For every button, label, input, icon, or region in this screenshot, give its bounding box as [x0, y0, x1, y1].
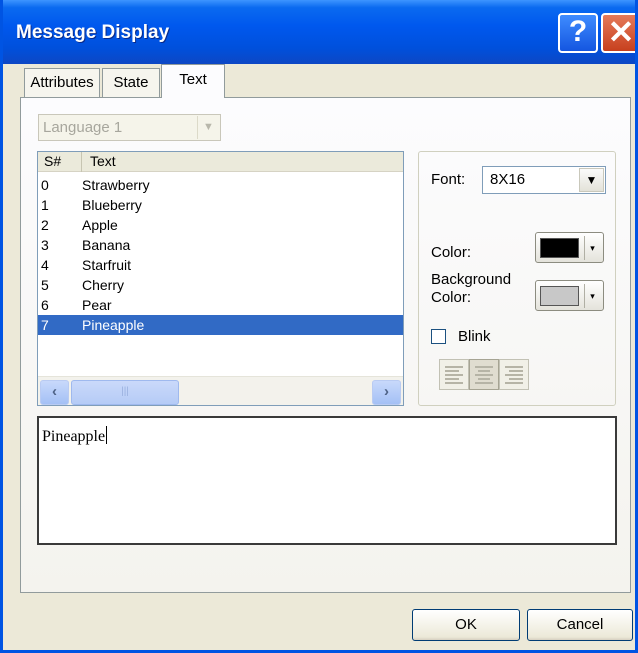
- background-color-swatch: [540, 286, 579, 306]
- ok-button[interactable]: OK: [412, 609, 520, 641]
- window-title: Message Display: [16, 22, 170, 43]
- language-select[interactable]: Language 1 ▼: [38, 114, 221, 141]
- list-item-text: Banana: [82, 237, 131, 253]
- background-color-label: Color:: [431, 289, 472, 306]
- list-item[interactable]: 5 Cherry: [38, 275, 403, 295]
- font-select[interactable]: 8X16 ▼: [482, 166, 606, 194]
- message-text-value: Pineapple: [42, 428, 106, 445]
- tab-text[interactable]: Text: [161, 64, 225, 98]
- scroll-thumb[interactable]: |||: [71, 380, 179, 405]
- text-caret: [106, 426, 108, 444]
- list-item-sn: 4: [41, 257, 49, 273]
- list-item[interactable]: 6 Pear: [38, 295, 403, 315]
- list-item-text: Pear: [82, 297, 112, 313]
- list-item-text: Starfruit: [82, 257, 132, 273]
- blink-label: Blink: [458, 328, 491, 345]
- tab-state[interactable]: State: [102, 68, 160, 97]
- list-item[interactable]: 0 Strawberry: [38, 175, 403, 195]
- list-item[interactable]: 2 Apple: [38, 215, 403, 235]
- chevron-down-icon: ▾: [584, 284, 600, 308]
- tab-attributes[interactable]: Attributes: [24, 68, 100, 97]
- list-item-sn: 3: [41, 237, 49, 253]
- chevron-down-icon: ▾: [584, 236, 600, 260]
- font-select-value: 8X16: [490, 171, 526, 188]
- blink-checkbox[interactable]: [431, 329, 446, 344]
- list-item[interactable]: 4 Starfruit: [38, 255, 403, 275]
- list-item-sn: 0: [41, 177, 49, 193]
- list-item-sn: 7: [41, 317, 49, 333]
- list-item-sn: 6: [41, 297, 49, 313]
- list-item-text: Pineapple: [82, 317, 145, 333]
- title-bar[interactable]: Message Display ? ✕: [3, 0, 635, 64]
- horizontal-scrollbar[interactable]: ‹ ||| ›: [38, 376, 403, 405]
- align-right-button[interactable]: [499, 359, 529, 390]
- list-item-text: Cherry: [82, 277, 125, 293]
- help-button[interactable]: ?: [558, 13, 598, 53]
- list-item-text: Apple: [82, 217, 118, 233]
- font-label: Font:: [431, 171, 466, 188]
- scroll-right-button[interactable]: ›: [372, 380, 401, 405]
- close-button[interactable]: ✕: [601, 13, 635, 53]
- chevron-down-icon[interactable]: ▼: [579, 168, 604, 192]
- cancel-button[interactable]: Cancel: [527, 609, 633, 641]
- background-label: Background: [431, 271, 512, 288]
- list-item-text: Blueberry: [82, 197, 142, 213]
- align-center-button[interactable]: [469, 359, 499, 390]
- scroll-left-button[interactable]: ‹: [40, 380, 69, 405]
- list-item-sn: 5: [41, 277, 49, 293]
- background-color-button[interactable]: ▾: [535, 280, 604, 311]
- list-item-sn: 1: [41, 197, 49, 213]
- chevron-down-icon[interactable]: ▼: [197, 116, 219, 139]
- list-item[interactable]: 3 Banana: [38, 235, 403, 255]
- text-color-button[interactable]: ▾: [535, 232, 604, 263]
- list-item-sn: 2: [41, 217, 49, 233]
- list-item[interactable]: 1 Blueberry: [38, 195, 403, 215]
- list-header: S# Text: [38, 152, 403, 172]
- message-text-field[interactable]: Pineapple: [37, 416, 617, 545]
- text-color-swatch: [540, 238, 579, 258]
- message-list[interactable]: S# Text 0 Strawberry 1 Blueberry 2 Apple 3 Bana…: [37, 151, 404, 406]
- column-header-text[interactable]: Text: [84, 152, 116, 171]
- list-item-text: Strawberry: [82, 177, 150, 193]
- align-left-button[interactable]: [439, 359, 469, 390]
- list-item[interactable]: 7 Pineapple: [38, 315, 403, 335]
- column-header-sn[interactable]: S#: [38, 152, 82, 172]
- language-select-value: Language 1: [43, 119, 123, 136]
- color-label: Color:: [431, 244, 472, 261]
